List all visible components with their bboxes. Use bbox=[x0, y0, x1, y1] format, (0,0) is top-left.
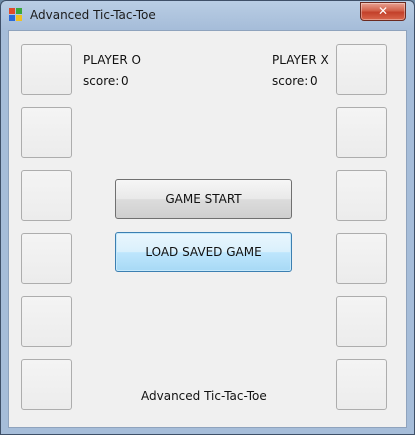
close-icon: ✕ bbox=[377, 4, 389, 18]
game-panel: PLAYER O score: 0 PLAYER X score: 0 GAME… bbox=[8, 30, 407, 428]
player-o-slot-5[interactable] bbox=[21, 296, 72, 347]
player-o-name: PLAYER O bbox=[83, 53, 141, 67]
app-window: Advanced Tic-Tac-Toe ✕ PLAYER O score: 0… bbox=[0, 0, 415, 435]
player-o-slot-2[interactable] bbox=[21, 107, 72, 158]
player-x-slot-6[interactable] bbox=[336, 359, 387, 410]
player-x-slot-3[interactable] bbox=[336, 170, 387, 221]
player-x-score: 0 bbox=[310, 74, 318, 88]
player-x-slot-4[interactable] bbox=[336, 233, 387, 284]
app-icon bbox=[9, 8, 22, 21]
player-o-slot-4[interactable] bbox=[21, 233, 72, 284]
player-o-score-label: score: bbox=[83, 74, 120, 88]
player-x-score-label: score: bbox=[272, 74, 309, 88]
load-saved-game-button[interactable]: LOAD SAVED GAME bbox=[115, 232, 292, 272]
window-title: Advanced Tic-Tac-Toe bbox=[30, 8, 156, 22]
player-x-name: PLAYER X bbox=[272, 53, 329, 67]
player-o-score: 0 bbox=[121, 74, 129, 88]
title-bar[interactable]: Advanced Tic-Tac-Toe ✕ bbox=[1, 1, 414, 31]
player-o-slot-6[interactable] bbox=[21, 359, 72, 410]
player-x-slot-5[interactable] bbox=[336, 296, 387, 347]
player-o-slot-1[interactable] bbox=[21, 44, 72, 95]
game-start-button[interactable]: GAME START bbox=[115, 179, 292, 219]
close-button[interactable]: ✕ bbox=[360, 2, 406, 21]
footer-title: Advanced Tic-Tac-Toe bbox=[141, 389, 267, 403]
player-x-slot-1[interactable] bbox=[336, 44, 387, 95]
player-o-slot-3[interactable] bbox=[21, 170, 72, 221]
player-x-slot-2[interactable] bbox=[336, 107, 387, 158]
